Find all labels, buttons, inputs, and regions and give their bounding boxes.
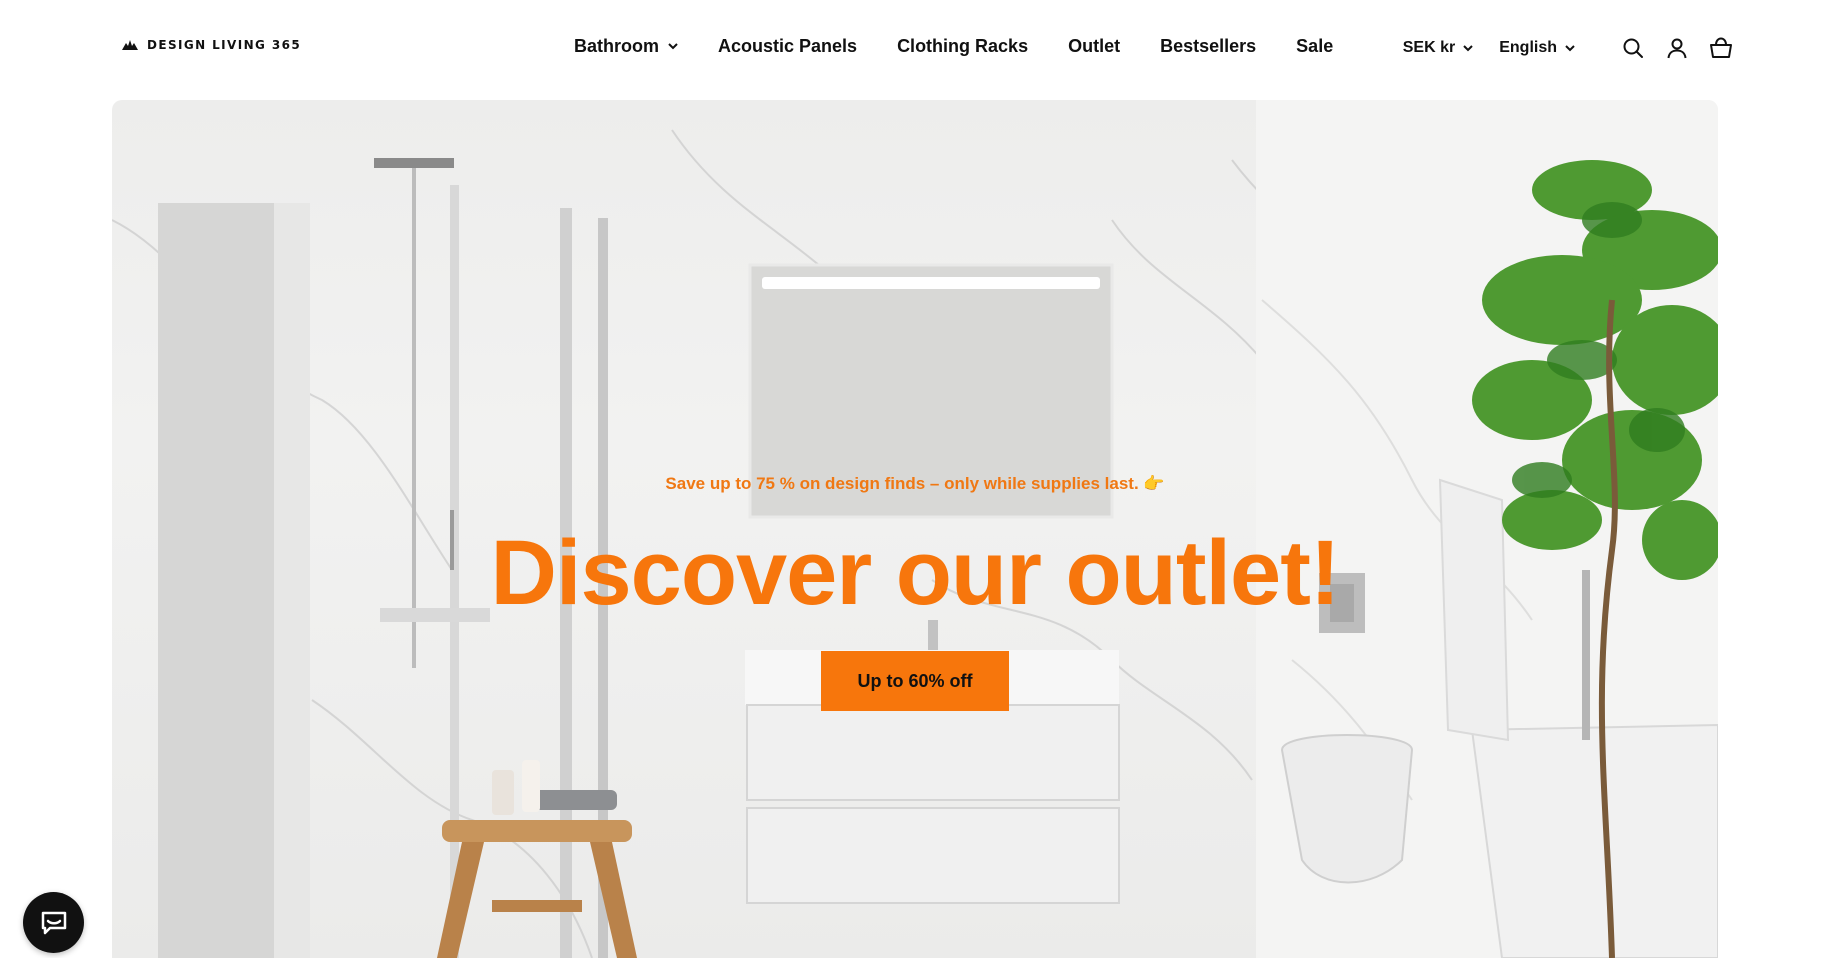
- nav-item-label: Bathroom: [574, 36, 659, 56]
- nav-item-outlet[interactable]: Outlet: [1068, 36, 1120, 57]
- chat-launcher-button[interactable]: [23, 892, 84, 953]
- nav-item-bestsellers[interactable]: Bestsellers: [1160, 36, 1256, 57]
- currency-selector[interactable]: SEK kr: [1403, 39, 1473, 57]
- site-header: DESIGN LIVING 365 Bathroom Acoustic Pane…: [0, 0, 1828, 100]
- nav-item-bathroom[interactable]: Bathroom: [574, 36, 678, 57]
- language-selector[interactable]: English: [1499, 39, 1575, 57]
- nav-item-clothing-racks[interactable]: Clothing Racks: [897, 36, 1028, 57]
- account-icon[interactable]: [1665, 36, 1689, 60]
- header-tools: SEK kr English: [1403, 36, 1733, 60]
- language-label: English: [1499, 39, 1557, 56]
- hero-banner: Save up to 75 % on design finds – only w…: [112, 100, 1718, 958]
- chevron-down-icon: [1463, 44, 1473, 51]
- nav-item-sale[interactable]: Sale: [1296, 36, 1333, 57]
- cart-icon[interactable]: [1709, 36, 1733, 60]
- search-icon[interactable]: [1621, 36, 1645, 60]
- brand-logo[interactable]: DESIGN LIVING 365: [121, 38, 301, 52]
- nav-item-label: Clothing Racks: [897, 36, 1029, 56]
- nav-item-label: Bestsellers: [1160, 36, 1257, 56]
- hero-content: Save up to 75 % on design finds – only w…: [112, 100, 1718, 958]
- nav-item-label: Outlet: [1068, 36, 1121, 56]
- chat-icon: [41, 911, 66, 934]
- nav-item-label: Sale: [1296, 36, 1334, 56]
- chevron-down-icon: [668, 43, 678, 50]
- nav-item-acoustic-panels[interactable]: Acoustic Panels: [718, 36, 857, 57]
- brand-name: DESIGN LIVING 365: [147, 38, 302, 52]
- leaf-logo-icon: [122, 40, 138, 50]
- hero-title: Discover our outlet!: [490, 522, 1340, 624]
- chevron-down-icon: [1565, 44, 1575, 51]
- hero-subtitle: Save up to 75 % on design finds – only w…: [665, 474, 1165, 493]
- currency-label: SEK kr: [1402, 39, 1456, 56]
- hero-cta-button[interactable]: Up to 60% off: [821, 651, 1009, 711]
- main-nav: Bathroom Acoustic Panels Clothing Racks …: [574, 36, 1333, 57]
- nav-item-label: Acoustic Panels: [718, 36, 858, 56]
